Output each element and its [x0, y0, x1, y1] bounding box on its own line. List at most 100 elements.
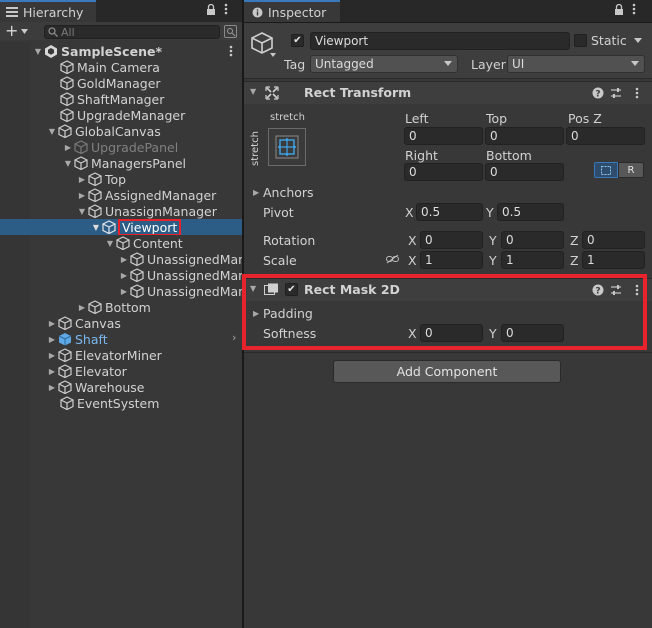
rotation-y-field[interactable]: 0	[501, 231, 564, 249]
expanded-arrow-icon[interactable]: ▼	[250, 284, 256, 293]
tree-item[interactable]: Main Camera	[0, 59, 242, 75]
tree-item[interactable]: EventSystem	[0, 395, 242, 411]
tag-dropdown[interactable]: Untagged	[310, 55, 458, 73]
tree-item[interactable]: ▶ UnassignedMan	[0, 283, 242, 299]
rotation-x-label[interactable]: X	[408, 233, 417, 248]
collapsed-arrow-icon[interactable]: ▶	[76, 187, 88, 203]
kebab-menu-icon[interactable]	[224, 3, 228, 15]
collapsed-arrow-icon[interactable]: ▶	[76, 299, 88, 315]
kebab-menu-icon[interactable]	[632, 3, 636, 15]
collapsed-arrow-icon[interactable]: ▶	[118, 251, 130, 267]
softness-x-field[interactable]: 0	[420, 324, 483, 342]
tree-item[interactable]: UpgradeManager	[0, 107, 242, 123]
static-checkbox[interactable]	[574, 34, 587, 47]
tree-item[interactable]: ▼ Content	[0, 235, 242, 251]
right-field[interactable]: 0	[404, 163, 483, 181]
expanded-arrow-icon[interactable]: ▼	[62, 155, 74, 171]
scene-kebab-icon[interactable]	[229, 45, 233, 57]
collapsed-arrow-icon[interactable]: ▶	[46, 363, 58, 379]
static-dropdown-icon[interactable]	[634, 38, 642, 43]
create-button[interactable]: +	[5, 23, 29, 39]
collapsed-arrow-icon[interactable]: ▶	[253, 188, 259, 197]
lock-icon[interactable]	[614, 3, 624, 15]
tree-item[interactable]: ▶ UnassignedMan	[0, 267, 242, 283]
collapsed-arrow-icon[interactable]: ▶	[46, 347, 58, 363]
collapsed-arrow-icon[interactable]: ▶	[62, 139, 74, 155]
rect-transform-header[interactable]: ▼ Rect Transform ?	[244, 81, 652, 104]
anchor-presets-button[interactable]	[268, 128, 306, 166]
collapsed-arrow-icon[interactable]: ▶	[118, 267, 130, 283]
expanded-arrow-icon[interactable]: ▼	[46, 123, 58, 139]
search-input[interactable]: All	[44, 25, 220, 39]
expanded-arrow-icon[interactable]: ▼	[250, 87, 256, 96]
tree-item-selected[interactable]: ▼ Viewport	[0, 219, 242, 235]
tree-item[interactable]: ▶ Elevator	[0, 363, 242, 379]
rotation-z-label[interactable]: Z	[570, 233, 579, 248]
collapsed-arrow-icon[interactable]: ▶	[46, 379, 58, 395]
softness-x-label[interactable]: X	[408, 326, 417, 341]
tree-item[interactable]: ▶ Bottom	[0, 299, 242, 315]
tree-item[interactable]: ▶ UpgradePanel	[0, 139, 242, 155]
tree-item[interactable]: ShaftManager	[0, 91, 242, 107]
chevron-down-icon[interactable]	[270, 53, 276, 57]
component-kebab-icon[interactable]	[635, 284, 639, 296]
tree-item[interactable]: ▶ ElevatorMiner	[0, 347, 242, 363]
rotation-z-field[interactable]: 0	[582, 231, 645, 249]
lock-icon[interactable]	[206, 3, 216, 15]
expanded-arrow-icon[interactable]: ▼	[76, 203, 88, 219]
layer-dropdown[interactable]: UI	[507, 55, 645, 73]
gameobject-cube-icon[interactable]	[250, 31, 274, 55]
tree-item[interactable]: ▶ UnassignedMana	[0, 251, 242, 267]
pivot-x-label[interactable]: X	[405, 205, 414, 220]
collapsed-arrow-icon[interactable]: ▶	[46, 315, 58, 331]
tree-item[interactable]: GoldManager	[0, 75, 242, 91]
tree-item[interactable]: ▶ Canvas	[0, 315, 242, 331]
scale-z-field[interactable]: 1	[582, 251, 645, 269]
scale-x-label[interactable]: X	[408, 253, 417, 268]
active-checkbox[interactable]: ✔	[291, 34, 304, 47]
object-name-field[interactable]: Viewport	[310, 32, 570, 50]
collapsed-arrow-icon[interactable]: ▶	[76, 171, 88, 187]
scale-x-field[interactable]: 1	[420, 251, 483, 269]
scale-y-field[interactable]: 1	[501, 251, 564, 269]
presets-sliders-icon[interactable]	[610, 284, 622, 296]
left-field[interactable]: 0	[404, 127, 483, 145]
help-icon[interactable]: ?	[592, 87, 604, 99]
rotation-y-label[interactable]: Y	[489, 233, 497, 248]
component-kebab-icon[interactable]	[635, 87, 639, 99]
collapsed-arrow-icon[interactable]: ▶	[253, 309, 259, 318]
pivot-y-label[interactable]: Y	[486, 205, 494, 220]
anchors-label[interactable]: Anchors	[263, 185, 314, 200]
rect-mask-2d-header[interactable]: ▼ ✔ Rect Mask 2D ?	[244, 278, 652, 301]
posz-field[interactable]: 0	[566, 127, 645, 145]
softness-y-label[interactable]: Y	[489, 326, 497, 341]
expanded-arrow-icon[interactable]: ▼	[90, 219, 102, 235]
softness-y-field[interactable]: 0	[501, 324, 564, 342]
tree-item[interactable]: ▼ ManagersPanel	[0, 155, 242, 171]
expanded-arrow-icon[interactable]: ▼	[104, 235, 116, 251]
pivot-x-field[interactable]: 0.5	[416, 203, 483, 221]
raw-edit-button[interactable]: R	[618, 162, 644, 178]
tree-item[interactable]: ▼ GlobalCanvas	[0, 123, 242, 139]
chevron-right-icon[interactable]: ›	[232, 331, 236, 344]
rotation-x-field[interactable]: 0	[420, 231, 483, 249]
padding-label[interactable]: Padding	[263, 306, 313, 321]
constrain-proportions-icon[interactable]	[386, 254, 399, 264]
tab-inspector[interactable]: Inspector	[244, 0, 340, 22]
add-component-button[interactable]: Add Component	[333, 360, 561, 383]
collapsed-arrow-icon[interactable]: ▶	[118, 283, 130, 299]
blueprint-mode-button[interactable]	[594, 162, 618, 178]
scene-visibility-icon[interactable]	[224, 25, 237, 38]
bottom-field[interactable]: 0	[485, 163, 564, 181]
tree-item[interactable]: ▶ Warehouse	[0, 379, 242, 395]
tree-item-prefab[interactable]: ▶ Shaft ›	[0, 331, 242, 347]
help-icon[interactable]: ?	[592, 284, 604, 296]
tree-item[interactable]: ▶ AssignedManager	[0, 187, 242, 203]
pivot-y-field[interactable]: 0.5	[497, 203, 564, 221]
collapsed-arrow-icon[interactable]: ▶	[46, 331, 58, 347]
scale-z-label[interactable]: Z	[570, 253, 579, 268]
expanded-arrow-icon[interactable]: ▼	[32, 43, 44, 59]
scale-y-label[interactable]: Y	[489, 253, 497, 268]
scene-row[interactable]: ▼ SampleScene*	[0, 43, 242, 59]
presets-sliders-icon[interactable]	[610, 87, 622, 99]
